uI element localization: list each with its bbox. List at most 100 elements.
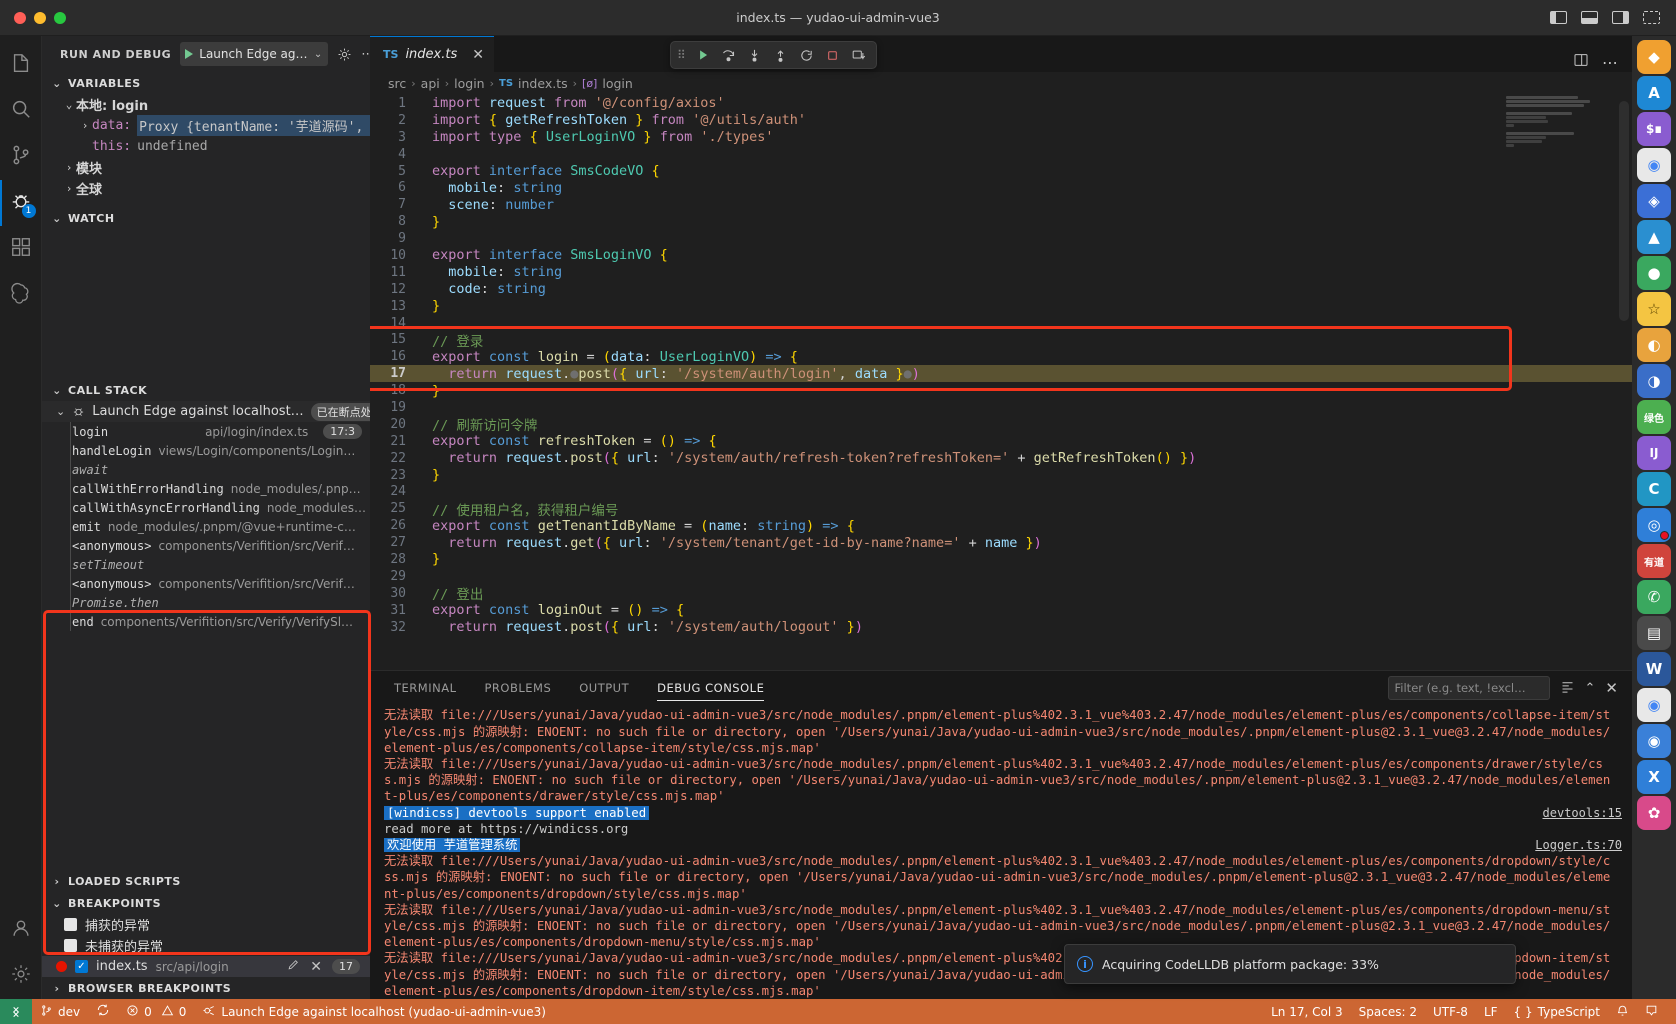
step-out-button[interactable] (770, 44, 792, 66)
minimize-window-button[interactable] (34, 12, 46, 24)
step-over-button[interactable] (718, 44, 740, 66)
restart-button[interactable] (796, 44, 818, 66)
sidebar-item-explorer[interactable] (0, 42, 42, 88)
breadcrumb-item-login[interactable]: login (454, 76, 484, 91)
debug-session-status[interactable]: Launch Edge against localhost (yudao-ui-… (194, 999, 554, 1024)
variables-scope-modules[interactable]: › 模块 (42, 157, 370, 178)
panel-left-icon[interactable] (1550, 11, 1567, 24)
customize-layout-icon[interactable] (1643, 11, 1660, 24)
close-window-button[interactable] (14, 12, 26, 24)
variable-row-this[interactable]: this: undefined (42, 136, 370, 157)
app-icon-9[interactable]: ◐ (1637, 328, 1671, 362)
editor-scrollbar[interactable] (1619, 101, 1629, 321)
breakpoint-caught-exceptions[interactable]: 捕获的异常 (42, 914, 370, 935)
breakpoint-file-index-ts[interactable]: index.ts src/api/login ✕ 17 (42, 956, 370, 977)
sync-status[interactable] (88, 999, 118, 1024)
end-of-line[interactable]: LF (1476, 999, 1506, 1024)
checkbox[interactable] (64, 918, 77, 931)
intellij-icon[interactable]: IJ (1637, 436, 1671, 470)
app-icon-3[interactable]: $∎ (1637, 112, 1671, 146)
sidebar-item-chatgpt[interactable] (0, 272, 42, 318)
app-icon-14[interactable]: ◎ (1637, 508, 1671, 542)
app-icon-20[interactable]: ◉ (1637, 724, 1671, 758)
app-icon-2[interactable]: A (1637, 76, 1671, 110)
panel-bottom-icon[interactable] (1581, 11, 1598, 24)
indentation[interactable]: Spaces: 2 (1351, 999, 1425, 1024)
sidebar-item-search[interactable] (0, 88, 42, 134)
stack-frame-row[interactable]: setTimeout (42, 555, 370, 574)
stack-frame-row[interactable]: await (42, 460, 370, 479)
app-icon-17[interactable]: ▤ (1637, 616, 1671, 650)
section-breakpoints[interactable]: ⌄ BREAKPOINTS (42, 892, 370, 914)
stack-frame-row[interactable]: <anonymous> components/Verifition/src/Ve… (42, 574, 370, 593)
stop-button[interactable] (822, 44, 844, 66)
remote-indicator-icon[interactable] (0, 999, 32, 1024)
cursor-position[interactable]: Ln 17, Col 3 (1263, 999, 1351, 1024)
sidebar-item-run-and-debug[interactable]: 1 (0, 180, 42, 226)
debug-settings-gear-icon[interactable] (337, 44, 352, 64)
stack-frame-row[interactable]: callWithErrorHandling node_modules/.pnp… (42, 479, 370, 498)
stack-frame-row[interactable]: login api/login/index.ts 17:3 (42, 422, 370, 441)
manage-button[interactable] (0, 953, 42, 999)
sidebar-item-source-control[interactable] (0, 134, 42, 180)
close-icon[interactable]: ✕ (310, 959, 322, 975)
split-editor-icon[interactable] (1573, 52, 1589, 72)
app-icon-10[interactable]: ◑ (1637, 364, 1671, 398)
watch-list[interactable] (42, 229, 370, 379)
app-icon-13[interactable]: C (1637, 472, 1671, 506)
debug-toolbar[interactable]: ⠿ (670, 41, 877, 69)
chevron-right-icon[interactable]: › (78, 119, 92, 132)
console-source-link[interactable]: Logger.ts:70 (1535, 837, 1622, 853)
macos-dock[interactable]: ◆ A $∎ ◉ ◈ ▲ ● ☆ ◐ ◑ 绿色 IJ C ◎ 有道 ✆ ▤ W … (1632, 36, 1676, 999)
variable-row-data[interactable]: › data: Proxy {tenantName: '芋道源码', usern… (42, 115, 370, 136)
maximize-window-button[interactable] (54, 12, 66, 24)
code-editor[interactable]: 1import request from '@/config/axios' 2i… (370, 95, 1632, 670)
word-icon[interactable]: W (1637, 652, 1671, 686)
editor-actions[interactable]: ⋯ (1573, 52, 1632, 72)
section-call-stack[interactable]: ⌄ CALL STACK (42, 379, 370, 401)
breadcrumb[interactable]: src › api › login › TS index.ts › [ø] lo… (370, 72, 1632, 95)
panel-right-icon[interactable] (1612, 11, 1629, 24)
breadcrumb-item-file[interactable]: index.ts (518, 76, 568, 91)
problems-status[interactable]: 0 0 (118, 999, 194, 1024)
minimap[interactable] (1506, 95, 1618, 670)
tab-index-ts[interactable]: TS index.ts ✕ (370, 36, 494, 72)
filter-input[interactable]: Filter (e.g. text, !excl… (1388, 676, 1550, 700)
close-icon[interactable]: ✕ (1605, 679, 1618, 697)
section-watch[interactable]: ⌄ WATCH (42, 207, 370, 229)
launch-configuration-dropdown[interactable]: Launch Edge against ⌄ (180, 42, 328, 66)
close-icon[interactable]: ✕ (472, 47, 484, 63)
layout-controls[interactable] (1550, 11, 1676, 24)
breadcrumb-item-api[interactable]: api (421, 76, 440, 91)
disconnect-button[interactable] (848, 44, 870, 66)
pencil-icon[interactable] (287, 958, 300, 975)
variables-scope-global[interactable]: › 全球 (42, 178, 370, 199)
stack-frame-row[interactable]: <anonymous> components/Verifition/src/Ve… (42, 536, 370, 555)
encoding[interactable]: UTF-8 (1425, 999, 1476, 1024)
app-icon-7[interactable]: ● (1637, 256, 1671, 290)
tab-debug-console[interactable]: DEBUG CONSOLE (645, 671, 776, 705)
section-loaded-scripts[interactable]: › LOADED SCRIPTS (42, 870, 370, 892)
continue-button[interactable] (692, 44, 714, 66)
app-icon-11[interactable]: 绿色 (1637, 400, 1671, 434)
wechat-icon[interactable]: ✆ (1637, 580, 1671, 614)
breakpoint-uncaught-exceptions[interactable]: 未捕获的异常 (42, 935, 370, 956)
notifications-bell[interactable] (1608, 999, 1637, 1024)
app-icon-1[interactable]: ◆ (1637, 40, 1671, 74)
chrome-icon[interactable]: ◉ (1637, 148, 1671, 182)
stack-frame-row[interactable]: end components/Verifition/src/Verify/Ver… (42, 612, 370, 631)
clear-icon[interactable] (1560, 679, 1575, 698)
app-icon-22[interactable]: ✿ (1637, 796, 1671, 830)
feedback-button[interactable] (1637, 999, 1666, 1024)
section-variables[interactable]: ⌄ VARIABLES (42, 72, 370, 94)
notification-toast[interactable]: i Acquiring CodeLLDB platform package: 3… (1064, 944, 1516, 984)
stack-frame-row[interactable]: Promise.then (42, 593, 370, 612)
checkbox[interactable] (64, 939, 77, 952)
tab-terminal[interactable]: TERMINAL (382, 671, 468, 705)
language-mode[interactable]: { } TypeScript (1506, 999, 1608, 1024)
stack-frame-row[interactable]: callWithAsyncErrorHandling node_modules… (42, 498, 370, 517)
section-browser-breakpoints[interactable]: › BROWSER BREAKPOINTS (42, 977, 370, 999)
more-actions-icon[interactable]: ⋯ (1602, 53, 1618, 72)
step-into-button[interactable] (744, 44, 766, 66)
app-icon-8[interactable]: ☆ (1637, 292, 1671, 326)
